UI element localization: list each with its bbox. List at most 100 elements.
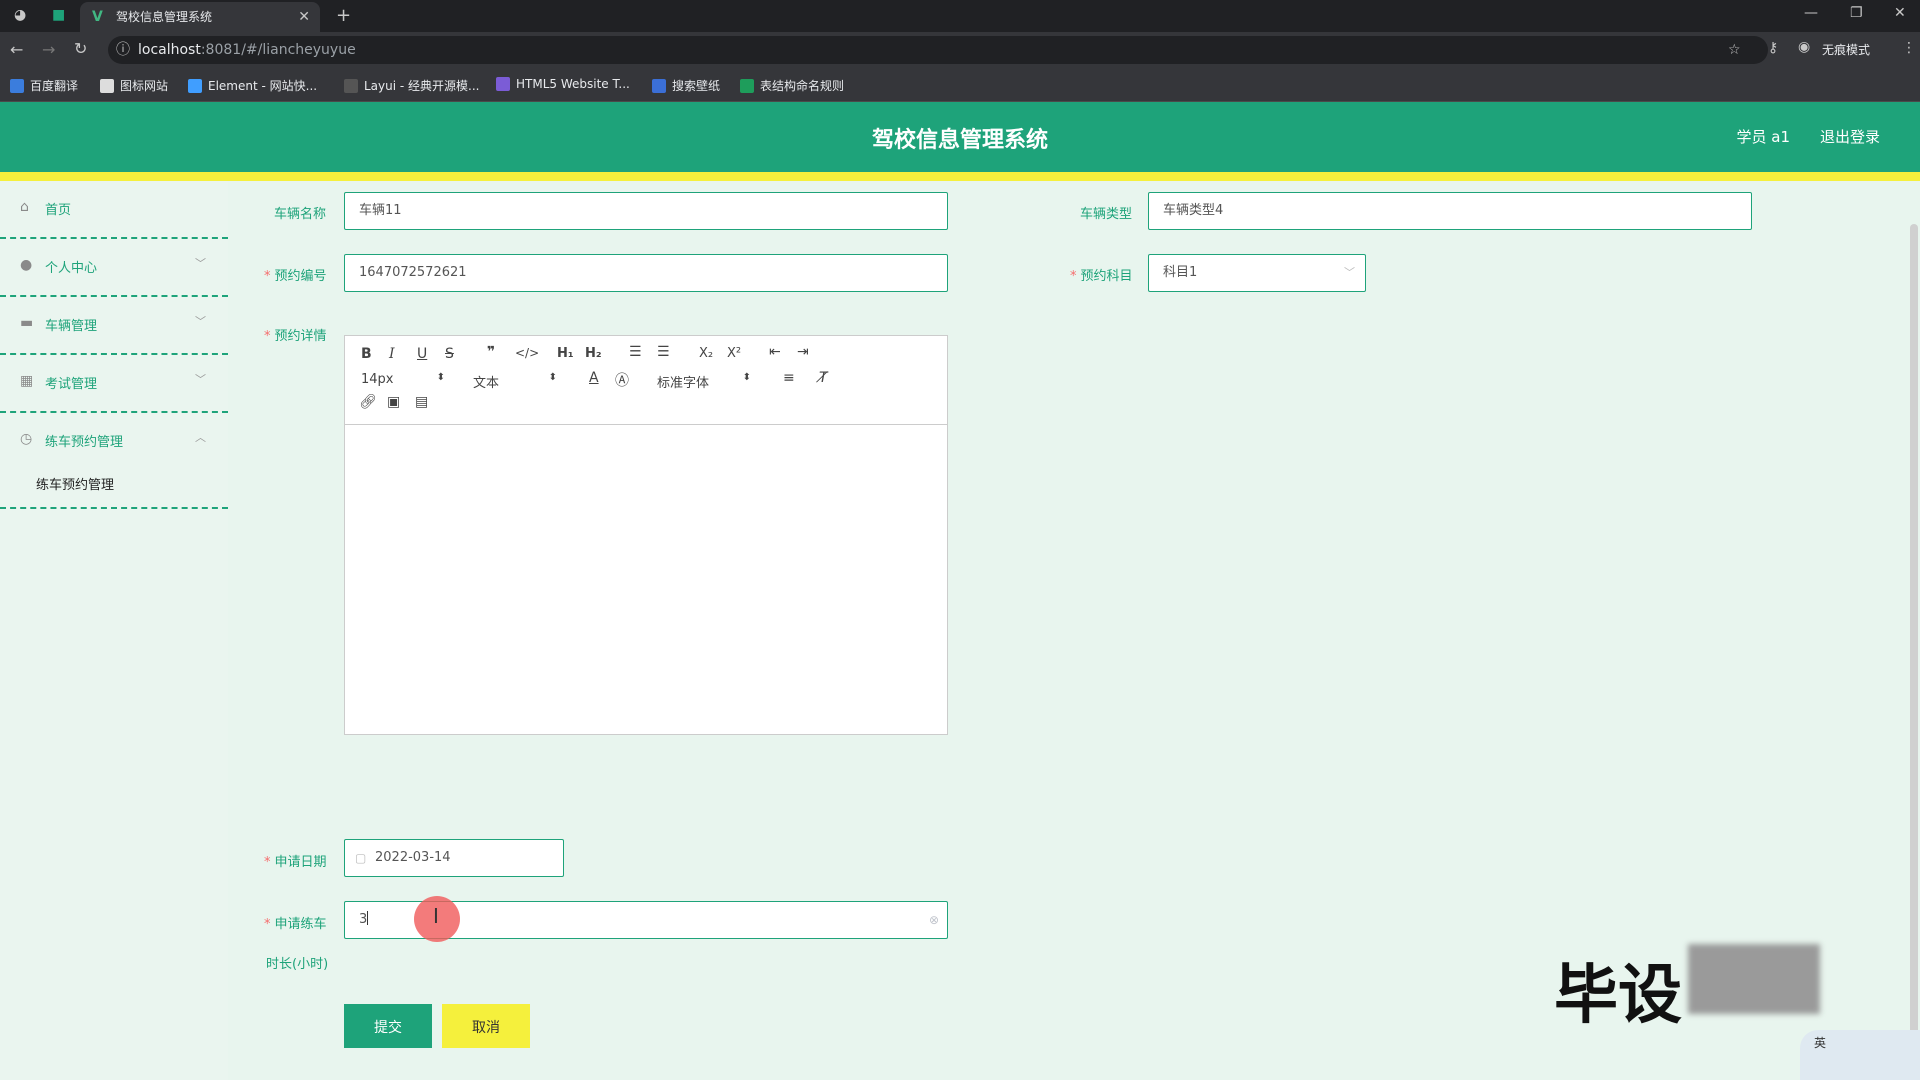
vehicle-name-input[interactable]: 车辆11 <box>344 192 948 230</box>
new-tab-icon[interactable]: + <box>336 5 351 26</box>
browser-tab-bar: ◕ ■ V 驾校信息管理系统 ✕ + — ❐ ✕ <box>0 0 1920 32</box>
reload-icon[interactable]: ↻ <box>74 39 87 58</box>
background-color-icon[interactable]: Ⓐ <box>615 370 629 390</box>
blockquote-icon[interactable]: ❞ <box>487 344 495 360</box>
text-color-icon[interactable]: A <box>589 370 599 386</box>
forward-icon[interactable]: → <box>42 40 55 59</box>
submit-button[interactable]: 提交 <box>344 1004 432 1048</box>
ordered-list-icon[interactable]: ☰ <box>629 344 642 360</box>
html5-icon <box>496 77 510 91</box>
translate-icon <box>10 79 24 93</box>
updown-icon: ⬍ <box>436 372 445 383</box>
url-input[interactable]: ⓘ localhost:8081/#/liancheyuyue ☆ <box>108 36 1768 64</box>
cancel-button[interactable]: 取消 <box>442 1004 530 1048</box>
clear-icon[interactable]: ⊗ <box>929 902 939 938</box>
duration-label: * 申请练车 <box>264 917 327 932</box>
tab-close-icon[interactable]: ✕ <box>298 2 310 32</box>
heading2-icon[interactable]: H₂ <box>585 346 602 361</box>
bookmark-item[interactable]: Element - 网站快... <box>188 77 317 94</box>
link-icon[interactable]: 🔗︎ <box>359 394 377 410</box>
browser-menu-icon[interactable]: ◕ <box>14 7 26 23</box>
more-menu-icon[interactable]: ⋮ <box>1902 40 1916 56</box>
wallpaper-icon <box>652 79 666 93</box>
bookmark-item[interactable]: 表结构命名规则 <box>740 77 844 94</box>
chevron-down-icon: ﹀ <box>195 315 206 328</box>
duration-label-unit: 时长(小时) <box>266 957 329 972</box>
vehicle-type-input[interactable]: 车辆类型4 <box>1148 192 1752 230</box>
subject-select[interactable]: 科目1 ﹀ <box>1148 254 1366 292</box>
code-icon[interactable]: </> <box>515 346 539 360</box>
page-title: 驾校信息管理系统 <box>871 128 1048 153</box>
sidebar-item-booking[interactable]: ◷ 练车预约管理 ︿ <box>0 413 228 469</box>
outdent-icon[interactable]: ⇤ <box>769 344 781 360</box>
ime-indicator[interactable]: 英 <box>1800 1030 1920 1080</box>
sidebar-item-profile[interactable]: ● 个人中心 ﹀ <box>0 239 228 297</box>
font-family-select[interactable]: 标准字体 ⬍ <box>657 372 751 391</box>
text-cursor-icon: I <box>433 904 439 928</box>
rich-text-editor[interactable]: B I U S ❞ </> H₁ H₂ ☰ ☰ X₂ X² ⇤ ⇥ 14px ⬍ … <box>344 335 948 735</box>
bookmarks-bar: 百度翻译 图标网站 Element - 网站快... Layui - 经典开源模… <box>0 68 1920 102</box>
sidebar-item-home[interactable]: ⌂ 首页 <box>0 181 228 239</box>
bookmark-item[interactable]: 搜索壁纸 <box>652 77 720 94</box>
vehicle-name-label: 车辆名称 <box>274 207 327 222</box>
back-icon[interactable]: ← <box>10 40 23 59</box>
updown-icon: ⬍ <box>742 372 751 383</box>
subscript-icon[interactable]: X₂ <box>699 346 713 361</box>
italic-icon[interactable]: I <box>389 346 395 362</box>
current-user: 学员 a1 <box>1736 128 1790 146</box>
logout-link[interactable]: 退出登录 <box>1820 126 1880 147</box>
superscript-icon[interactable]: X² <box>727 346 741 361</box>
header-divider <box>0 172 1920 181</box>
pinned-tab-icon[interactable]: ■ <box>52 7 65 23</box>
bullet-list-icon[interactable]: ☰ <box>657 344 670 360</box>
flag-icon <box>100 79 114 93</box>
close-window-icon[interactable]: ✕ <box>1894 5 1906 21</box>
sidebar-item-vehicles[interactable]: ▬ 车辆管理 ﹀ <box>0 297 228 355</box>
briefcase-icon: ▬ <box>20 315 34 331</box>
editor-toolbar: B I U S ❞ </> H₁ H₂ ☰ ☰ X₂ X² ⇤ ⇥ 14px ⬍ … <box>345 336 947 425</box>
user-icon: ● <box>20 257 33 273</box>
grid-icon: ▦ <box>20 373 34 389</box>
key-icon[interactable]: ⚷ <box>1768 40 1778 56</box>
clear-format-icon[interactable]: T̸ <box>819 370 828 386</box>
chevron-down-icon: ﹀ <box>195 257 206 270</box>
heading1-icon[interactable]: H₁ <box>557 346 574 361</box>
sidebar-divider <box>0 507 228 509</box>
bold-icon[interactable]: B <box>361 346 372 362</box>
watermark-blur <box>1688 944 1820 1014</box>
bookmark-item[interactable]: 图标网站 <box>100 77 168 94</box>
underline-icon[interactable]: U <box>417 346 427 362</box>
header-select[interactable]: 文本 ⬍ <box>473 372 557 391</box>
font-size-select[interactable]: 14px ⬍ <box>361 372 445 387</box>
sidebar-item-exams[interactable]: ▦ 考试管理 ﹀ <box>0 355 228 413</box>
subject-label: * 预约科目 <box>1070 269 1133 284</box>
indent-icon[interactable]: ⇥ <box>797 344 809 360</box>
sidebar: ⌂ 首页 ● 个人中心 ﹀ ▬ 车辆管理 ﹀ ▦ 考试管理 ﹀ ◷ 练车预约管理… <box>0 181 228 1080</box>
restore-icon[interactable]: ❐ <box>1850 5 1863 21</box>
watermark: 毕设 <box>1554 959 1682 1033</box>
bookmark-item[interactable]: HTML5 Website T... <box>496 77 630 91</box>
calendar-icon: ▢ <box>355 851 367 865</box>
incognito-icon[interactable]: ◉ <box>1798 39 1810 55</box>
page-scrollbar[interactable] <box>1910 224 1918 1054</box>
tab-active[interactable]: V 驾校信息管理系统 ✕ <box>80 2 320 32</box>
bookmark-item[interactable]: 百度翻译 <box>10 77 78 94</box>
strikethrough-icon[interactable]: S <box>445 346 454 362</box>
layui-icon <box>344 79 358 93</box>
apply-date-picker[interactable]: ▢ 2022-03-14 <box>344 839 564 877</box>
align-icon[interactable]: ≡ <box>783 370 795 386</box>
info-icon[interactable]: ⓘ <box>116 36 130 64</box>
minimize-icon[interactable]: — <box>1804 5 1818 21</box>
image-icon[interactable]: ▣ <box>387 394 400 410</box>
url-path: :8081/#/liancheyuyue <box>200 42 356 58</box>
chevron-down-icon: ﹀ <box>1344 266 1355 279</box>
sidebar-subitem-booking[interactable]: 练车预约管理 <box>36 474 114 493</box>
booking-no-input[interactable]: 1647072572621 <box>344 254 948 292</box>
bookmark-star-icon[interactable]: ☆ <box>1728 36 1741 64</box>
video-icon[interactable]: ▤ <box>415 394 428 410</box>
booking-no-label: * 预约编号 <box>264 269 327 284</box>
profile-label[interactable]: 无痕模式 <box>1822 41 1870 58</box>
apply-date-label: * 申请日期 <box>264 855 327 870</box>
bookmark-item[interactable]: Layui - 经典开源模... <box>344 77 479 94</box>
home-icon: ⌂ <box>20 199 29 215</box>
